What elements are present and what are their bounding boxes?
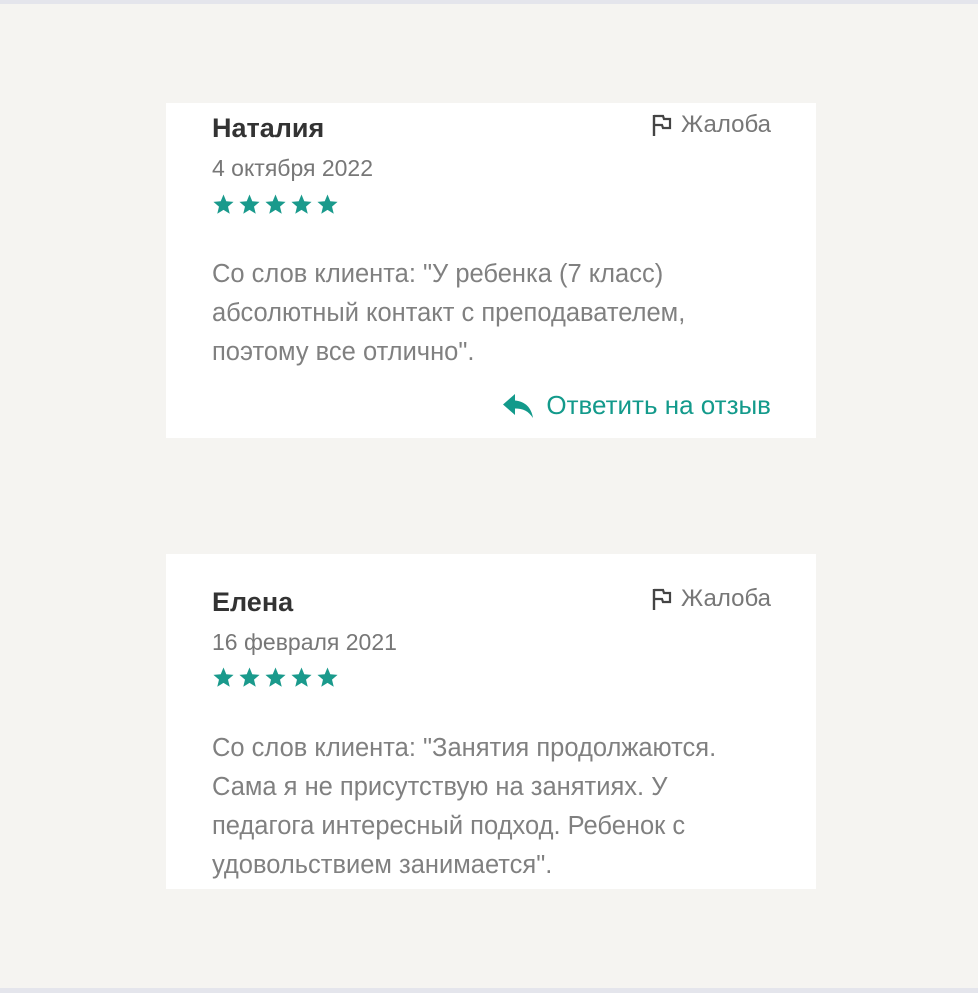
- star-icon: [239, 667, 260, 687]
- star-icon: [317, 667, 338, 687]
- complaint-button[interactable]: Жалоба: [651, 111, 771, 139]
- rating-stars: [212, 193, 339, 216]
- review-author: Наталия: [212, 113, 325, 143]
- flag-icon: [652, 588, 672, 610]
- top-divider: [0, 0, 978, 4]
- complaint-label: Жалоба: [681, 111, 771, 138]
- star-icon: [265, 194, 286, 214]
- star-icon: [239, 194, 260, 214]
- review-date: 4 октября 2022: [212, 155, 373, 181]
- star-icon: [291, 667, 312, 687]
- review-date: 16 февраля 2021: [212, 629, 397, 655]
- review-text: Со слов клиента: "Занятия продолжаются. …: [212, 734, 717, 879]
- review-card: Елена Жалоба 16 февраля 2021 Со слов кли…: [166, 554, 816, 889]
- star-icon: [265, 667, 286, 687]
- reply-arrow-icon: [503, 393, 534, 418]
- complaint-button[interactable]: Жалоба: [651, 585, 771, 613]
- complaint-label: Жалоба: [681, 585, 771, 612]
- review-card: Наталия Жалоба 4 октября 2022 Со слов кл…: [166, 103, 816, 438]
- star-icon: [213, 194, 234, 214]
- star-icon: [317, 194, 338, 214]
- reply-to-review-button[interactable]: Ответить на отзыв: [502, 390, 771, 421]
- rating-stars: [212, 666, 339, 689]
- bottom-divider: [0, 988, 978, 993]
- reply-label: Ответить на отзыв: [546, 390, 771, 420]
- review-author: Елена: [212, 587, 294, 617]
- flag-icon: [652, 114, 672, 136]
- review-text: Со слов клиента: "У ребенка (7 класс) аб…: [212, 260, 686, 366]
- star-icon: [291, 194, 312, 214]
- star-icon: [213, 667, 234, 687]
